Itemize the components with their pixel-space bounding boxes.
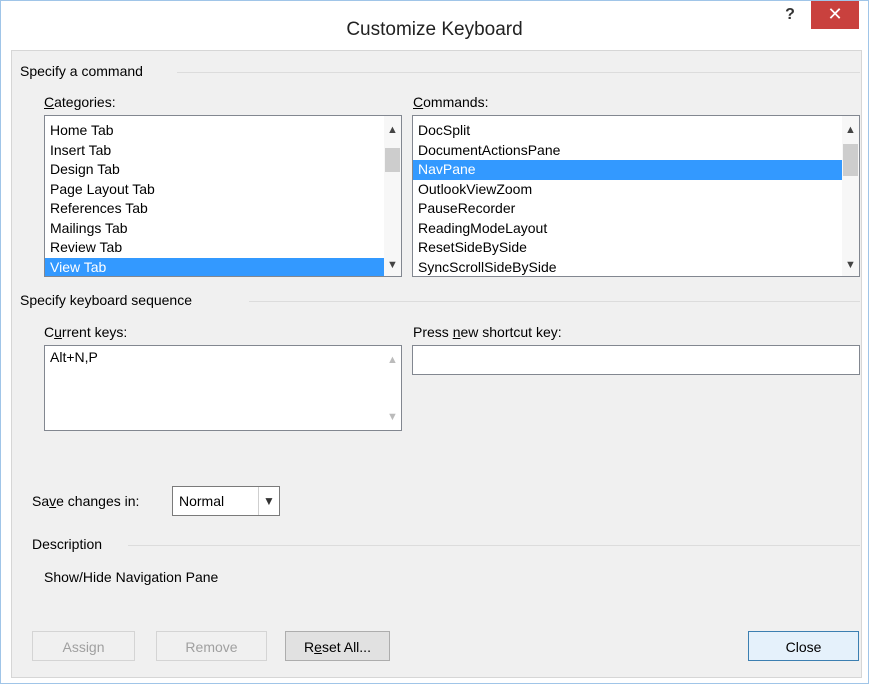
close-button[interactable]: Close [748,631,859,661]
help-button[interactable]: ? [779,1,801,29]
specify-command-group: Specify a command [20,63,860,79]
customize-keyboard-dialog: Customize Keyboard ? ✕ Specify a command… [0,0,869,684]
list-item[interactable]: Page Layout Tab [45,180,401,200]
dialog-title: Customize Keyboard [346,19,523,40]
current-keys-listbox[interactable]: Alt+N,P ▲ ▼ [44,345,402,431]
list-item[interactable]: OutlookViewZoom [413,180,859,200]
dialog-body: Specify a command Categories: Home Tab In… [11,50,862,678]
list-item[interactable]: NavPane [413,160,859,180]
categories-scrollbar[interactable]: ▲ ▼ [384,116,401,276]
assign-button[interactable]: Assign [32,631,135,661]
list-item[interactable]: View Tab [45,257,401,276]
remove-button[interactable]: Remove [156,631,267,661]
list-item[interactable]: Home Tab [45,121,401,141]
list-item[interactable]: SyncScrollSideBySide [413,258,859,277]
list-item[interactable]: ReadingModeLayout [413,219,859,239]
reset-all-button[interactable]: Reset All... [285,631,390,661]
commands-label: Commands: [413,94,489,110]
list-item[interactable]: Insert Tab [45,141,401,161]
list-item[interactable]: Mailings Tab [45,219,401,239]
commands-scrollbar[interactable]: ▲ ▼ [842,116,859,276]
scrollbar-thumb[interactable] [385,148,400,172]
group-divider [249,301,860,302]
chevron-down-icon[interactable]: ▼ [842,257,859,274]
current-keys-list: Alt+N,P [45,346,401,368]
chevron-down-icon[interactable]: ▼ [258,487,279,515]
description-group: Description [32,536,860,552]
description-text: Show/Hide Navigation Pane [44,569,219,585]
list-item[interactable]: Design Tab [45,160,401,180]
scrollbar-thumb[interactable] [843,144,858,176]
categories-label: Categories: [44,94,116,110]
commands-list: DocSplit DocumentActionsPane NavPane Outloo… [413,116,859,277]
group-label: Description [32,536,103,552]
list-item[interactable]: DocumentActionsPane [413,141,859,161]
commands-listbox[interactable]: DocSplit DocumentActionsPane NavPane Outloo… [412,115,860,277]
current-keys-label: Current keys: [44,324,128,340]
list-item[interactable]: Alt+N,P [45,348,401,368]
current-keys-scrollbar[interactable]: ▲ ▼ [384,346,401,430]
group-label: Specify a command [20,63,143,79]
chevron-up-icon[interactable]: ▲ [384,122,401,139]
save-changes-select[interactable]: Normal ▼ [172,486,280,516]
chevron-up-icon[interactable]: ▲ [842,122,859,139]
list-item[interactable]: Review Tab [45,238,401,258]
new-shortcut-input[interactable] [412,345,860,375]
save-changes-label: Save changes in: [32,493,140,509]
list-item[interactable]: References Tab [45,199,401,219]
group-label: Specify keyboard sequence [20,292,192,308]
keyboard-sequence-group: Specify keyboard sequence [20,292,860,308]
group-divider [177,72,860,73]
close-window-button[interactable]: ✕ [811,1,859,29]
list-item[interactable]: DocSplit [413,121,859,141]
list-item[interactable]: PauseRecorder [413,199,859,219]
list-item[interactable]: ResetSideBySide [413,238,859,258]
chevron-up-icon: ▲ [387,354,398,366]
categories-list: Home Tab Insert Tab Design Tab Page Layout … [45,116,401,276]
new-shortcut-label: Press new shortcut key: [413,324,562,340]
group-divider [128,545,860,546]
save-changes-value: Normal [179,493,225,509]
title-bar: Customize Keyboard ? ✕ [1,1,868,50]
categories-listbox[interactable]: Home Tab Insert Tab Design Tab Page Layout … [44,115,402,277]
chevron-down-icon: ▼ [387,411,398,423]
chevron-down-icon[interactable]: ▼ [384,257,401,274]
